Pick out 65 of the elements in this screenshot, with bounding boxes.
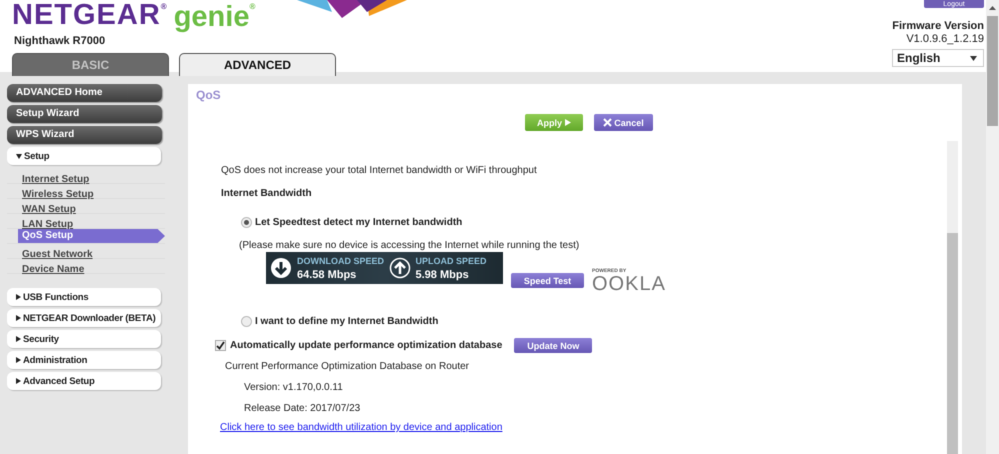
language-select[interactable]: English	[892, 49, 984, 67]
scroll-thumb[interactable]	[947, 233, 958, 454]
submenu-link[interactable]: Device Name	[22, 263, 84, 277]
radio-button[interactable]	[241, 217, 252, 228]
collapsed-arrow-icon	[16, 315, 21, 321]
database-version: Version: v1.170,0.0.11	[244, 382, 344, 393]
caret-icon	[970, 56, 977, 60]
menu-button[interactable]: Setup Wizard	[7, 105, 162, 123]
section-label: Security	[23, 334, 59, 344]
section-label: Administration	[23, 354, 88, 366]
submenu-link[interactable]: Wireless Setup	[22, 188, 94, 202]
page-scrollbar[interactable]	[986, 0, 999, 454]
genie-logo: genie$^{®}$	[174, 0, 256, 34]
download-label: DOWNLOAD SPEED	[297, 256, 384, 266]
ookla-logo: OOKLA	[592, 274, 666, 294]
netgear-logo: NETGEAR$^{®}$	[12, 0, 168, 30]
menu-section[interactable]: Setup	[7, 147, 161, 165]
section-label: Setup	[24, 150, 50, 162]
play-icon	[565, 119, 571, 126]
collapsed-arrow-icon	[16, 336, 21, 342]
expanded-arrow-icon	[16, 154, 22, 158]
upload-value: 5.98 Mbps	[416, 268, 470, 280]
firmware-label: Firmware Version	[892, 20, 984, 32]
collapsed-arrow-icon	[16, 357, 21, 363]
hint-text: (Please make sure no device is accessing the Internet while running the test)	[239, 240, 580, 252]
menu-section[interactable]: Administration	[7, 351, 161, 369]
upload-label: UPLOAD SPEED	[416, 256, 487, 266]
info-text: QoS does not increase your total Internet bandwidth or WiFi throughput	[221, 165, 538, 178]
submenu-link[interactable]: QoS Setup	[18, 229, 165, 243]
menu-section[interactable]: NETGEAR Downloader (BETA)	[7, 309, 161, 327]
cancel-button[interactable]: Cancel	[594, 114, 653, 131]
checkbox-label: Automatically update performance optimization database	[230, 340, 502, 351]
submenu-link[interactable]: Guest Network	[22, 248, 93, 262]
option-label: Let Speedtest detect my Internet bandwidth	[255, 217, 462, 228]
menu-button[interactable]: WPS Wizard	[7, 126, 162, 144]
menu-section[interactable]: Advanced Setup	[7, 372, 161, 390]
release-date: Release Date: 2017/07/23	[244, 403, 362, 414]
database-heading: Current Performance Optimization Database on Router	[225, 361, 470, 372]
menu-section[interactable]: USB Functions	[7, 288, 161, 306]
section-label: USB Functions	[23, 292, 88, 302]
option-label: I want to define my Internet Bandwidth	[255, 316, 438, 327]
speed-test-button[interactable]: Speed Test	[511, 273, 584, 288]
scroll-thumb[interactable]	[987, 16, 998, 126]
firmware-version: V1.0.9.6_1.2.19	[906, 33, 984, 45]
submenu-link[interactable]: Internet Setup	[22, 173, 90, 187]
scrollbar[interactable]	[947, 141, 958, 454]
menu-section[interactable]: Security	[7, 330, 161, 348]
section-label: Advanced Setup	[23, 376, 95, 386]
section-heading: Internet Bandwidth	[221, 188, 313, 201]
nav-tab[interactable]: ADVANCED	[179, 53, 336, 76]
checkbox[interactable]	[215, 340, 226, 351]
bandwidth-link[interactable]: Click here to see bandwidth utilization by device and application	[220, 422, 502, 433]
model-name: Nighthawk R7000	[13, 34, 106, 48]
scroll-up-icon	[989, 6, 996, 10]
page-title: QoS	[195, 87, 222, 104]
submenu-link[interactable]: WAN Setup	[22, 203, 76, 217]
close-icon	[603, 118, 612, 127]
update-now-button[interactable]: Update Now	[514, 338, 592, 353]
radio-button[interactable]	[241, 316, 252, 327]
section-label: NETGEAR Downloader (BETA)	[23, 312, 156, 324]
download-value: 64.58 Mbps	[297, 268, 358, 280]
menu-button[interactable]: ADVANCED Home	[7, 84, 162, 102]
collapsed-arrow-icon	[16, 378, 21, 384]
submenu-link[interactable]: LAN Setup	[22, 218, 74, 232]
collapsed-arrow-icon	[16, 294, 21, 300]
